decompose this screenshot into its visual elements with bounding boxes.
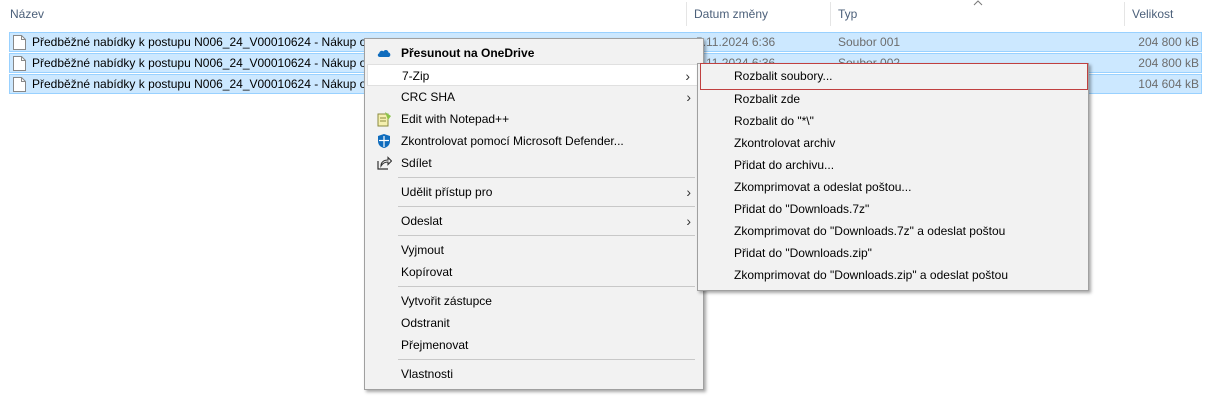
chevron-right-icon: › — [686, 213, 691, 229]
menu-item-label: Kopírovat — [401, 265, 453, 279]
submenu-item-label: Zkontrolovat archiv — [734, 136, 836, 150]
menu-separator — [398, 359, 695, 360]
submenu-item-label: Rozbalit do "*\" — [734, 114, 814, 128]
menu-item-copy[interactable]: Kopírovat — [367, 261, 701, 283]
column-name[interactable]: Název — [4, 0, 684, 28]
file-type: Soubor 001 — [838, 35, 901, 49]
sort-ascending-icon — [973, 0, 983, 6]
submenu-item-label: Zkomprimovat do "Downloads.7z" a odeslat… — [734, 224, 1006, 238]
defender-shield-icon — [378, 134, 390, 148]
column-header: Název Datum změny Typ Velikost — [0, 0, 1217, 28]
submenu-item-label: Přidat do "Downloads.7z" — [734, 202, 870, 216]
submenu-item-label: Přidat do "Downloads.zip" — [734, 246, 872, 260]
menu-item-send-to[interactable]: Odeslat › — [367, 210, 701, 232]
submenu-item-test-archive[interactable]: Zkontrolovat archiv — [700, 132, 1086, 154]
chevron-right-icon: › — [685, 68, 690, 84]
menu-item-label: Vyjmout — [401, 243, 444, 257]
menu-item-label: Přejmenovat — [401, 338, 469, 352]
file-size: 104 604 kB — [1138, 77, 1199, 91]
menu-separator — [398, 206, 695, 207]
submenu-item-label: Přidat do archivu... — [734, 158, 835, 172]
menu-item-rename[interactable]: Přejmenovat — [367, 334, 701, 356]
menu-item-label: Vytvořit zástupce — [401, 294, 492, 308]
file-name: Předběžné nabídky k postupu N006_24_V000… — [32, 56, 379, 70]
menu-item-grant-access[interactable]: Udělit přístup pro › — [367, 181, 701, 203]
file-size: 204 800 kB — [1138, 35, 1199, 49]
file-date: 5.11.2024 6:36 — [696, 35, 776, 49]
file-icon — [13, 56, 26, 71]
notepad-plus-plus-icon — [377, 112, 391, 127]
menu-item-create-shortcut[interactable]: Vytvořit zástupce — [367, 290, 701, 312]
chevron-right-icon: › — [686, 89, 691, 105]
submenu-item-extract-to-folder[interactable]: Rozbalit do "*\" — [700, 110, 1086, 132]
chevron-right-icon: › — [686, 184, 691, 200]
highlight-box — [700, 63, 1088, 90]
column-date[interactable]: Datum změny — [688, 0, 828, 28]
file-name: Předběžné nabídky k postupu N006_24_V000… — [32, 77, 379, 91]
menu-item-crc-sha[interactable]: CRC SHA › — [367, 86, 701, 108]
column-divider[interactable] — [830, 2, 831, 26]
menu-item-label: Vlastnosti — [401, 367, 454, 381]
column-divider[interactable] — [686, 2, 687, 26]
submenu-item-extract-here[interactable]: Rozbalit zde — [700, 88, 1086, 110]
menu-separator — [398, 177, 695, 178]
file-icon — [13, 35, 26, 50]
menu-item-7zip[interactable]: 7-Zip › — [367, 64, 701, 86]
column-divider[interactable] — [1124, 2, 1125, 26]
menu-item-label: Přesunout na OneDrive — [401, 46, 535, 60]
submenu-item-add-to-7z[interactable]: Přidat do "Downloads.7z" — [700, 198, 1086, 220]
menu-item-edit-notepadpp[interactable]: Edit with Notepad++ — [367, 108, 701, 130]
submenu-item-compress-zip-and-email[interactable]: Zkomprimovat do "Downloads.zip" a odesla… — [700, 264, 1086, 286]
menu-item-cut[interactable]: Vyjmout — [367, 239, 701, 261]
menu-item-move-to-onedrive[interactable]: Přesunout na OneDrive — [367, 42, 701, 64]
menu-item-label: Odstranit — [401, 316, 450, 330]
menu-item-label: Udělit přístup pro — [401, 185, 493, 199]
context-menu: Přesunout na OneDrive 7-Zip › CRC SHA › … — [364, 38, 704, 390]
column-size[interactable]: Velikost — [1126, 0, 1216, 28]
submenu-item-add-to-archive[interactable]: Přidat do archivu... — [700, 154, 1086, 176]
submenu-item-label: Zkomprimovat a odeslat poštou... — [734, 180, 912, 194]
menu-item-defender-scan[interactable]: Zkontrolovat pomocí Microsoft Defender..… — [367, 130, 701, 152]
menu-item-label: Zkontrolovat pomocí Microsoft Defender..… — [401, 134, 624, 148]
menu-item-label: Edit with Notepad++ — [401, 112, 510, 126]
submenu-item-add-to-zip[interactable]: Přidat do "Downloads.zip" — [700, 242, 1086, 264]
onedrive-icon — [377, 49, 391, 57]
submenu-item-compress-and-email[interactable]: Zkomprimovat a odeslat poštou... — [700, 176, 1086, 198]
menu-item-delete[interactable]: Odstranit — [367, 312, 701, 334]
file-icon — [13, 77, 26, 92]
menu-item-label: 7-Zip — [402, 69, 430, 83]
submenu-item-label: Zkomprimovat do "Downloads.zip" a odesla… — [734, 268, 1008, 282]
file-name: Předběžné nabídky k postupu N006_24_V000… — [32, 35, 379, 49]
file-size: 204 800 kB — [1138, 56, 1199, 70]
submenu-item-compress-7z-and-email[interactable]: Zkomprimovat do "Downloads.7z" a odeslat… — [700, 220, 1086, 242]
menu-item-label: Sdílet — [401, 156, 432, 170]
submenu-7zip: Rozbalit soubory... Rozbalit zde Rozbali… — [697, 63, 1089, 291]
menu-item-label: CRC SHA — [401, 90, 456, 104]
submenu-item-label: Rozbalit zde — [734, 92, 801, 106]
share-icon — [377, 156, 392, 170]
menu-item-properties[interactable]: Vlastnosti — [367, 363, 701, 385]
menu-separator — [398, 286, 695, 287]
menu-separator — [398, 235, 695, 236]
menu-item-label: Odeslat — [401, 214, 443, 228]
menu-item-share[interactable]: Sdílet — [367, 152, 701, 174]
